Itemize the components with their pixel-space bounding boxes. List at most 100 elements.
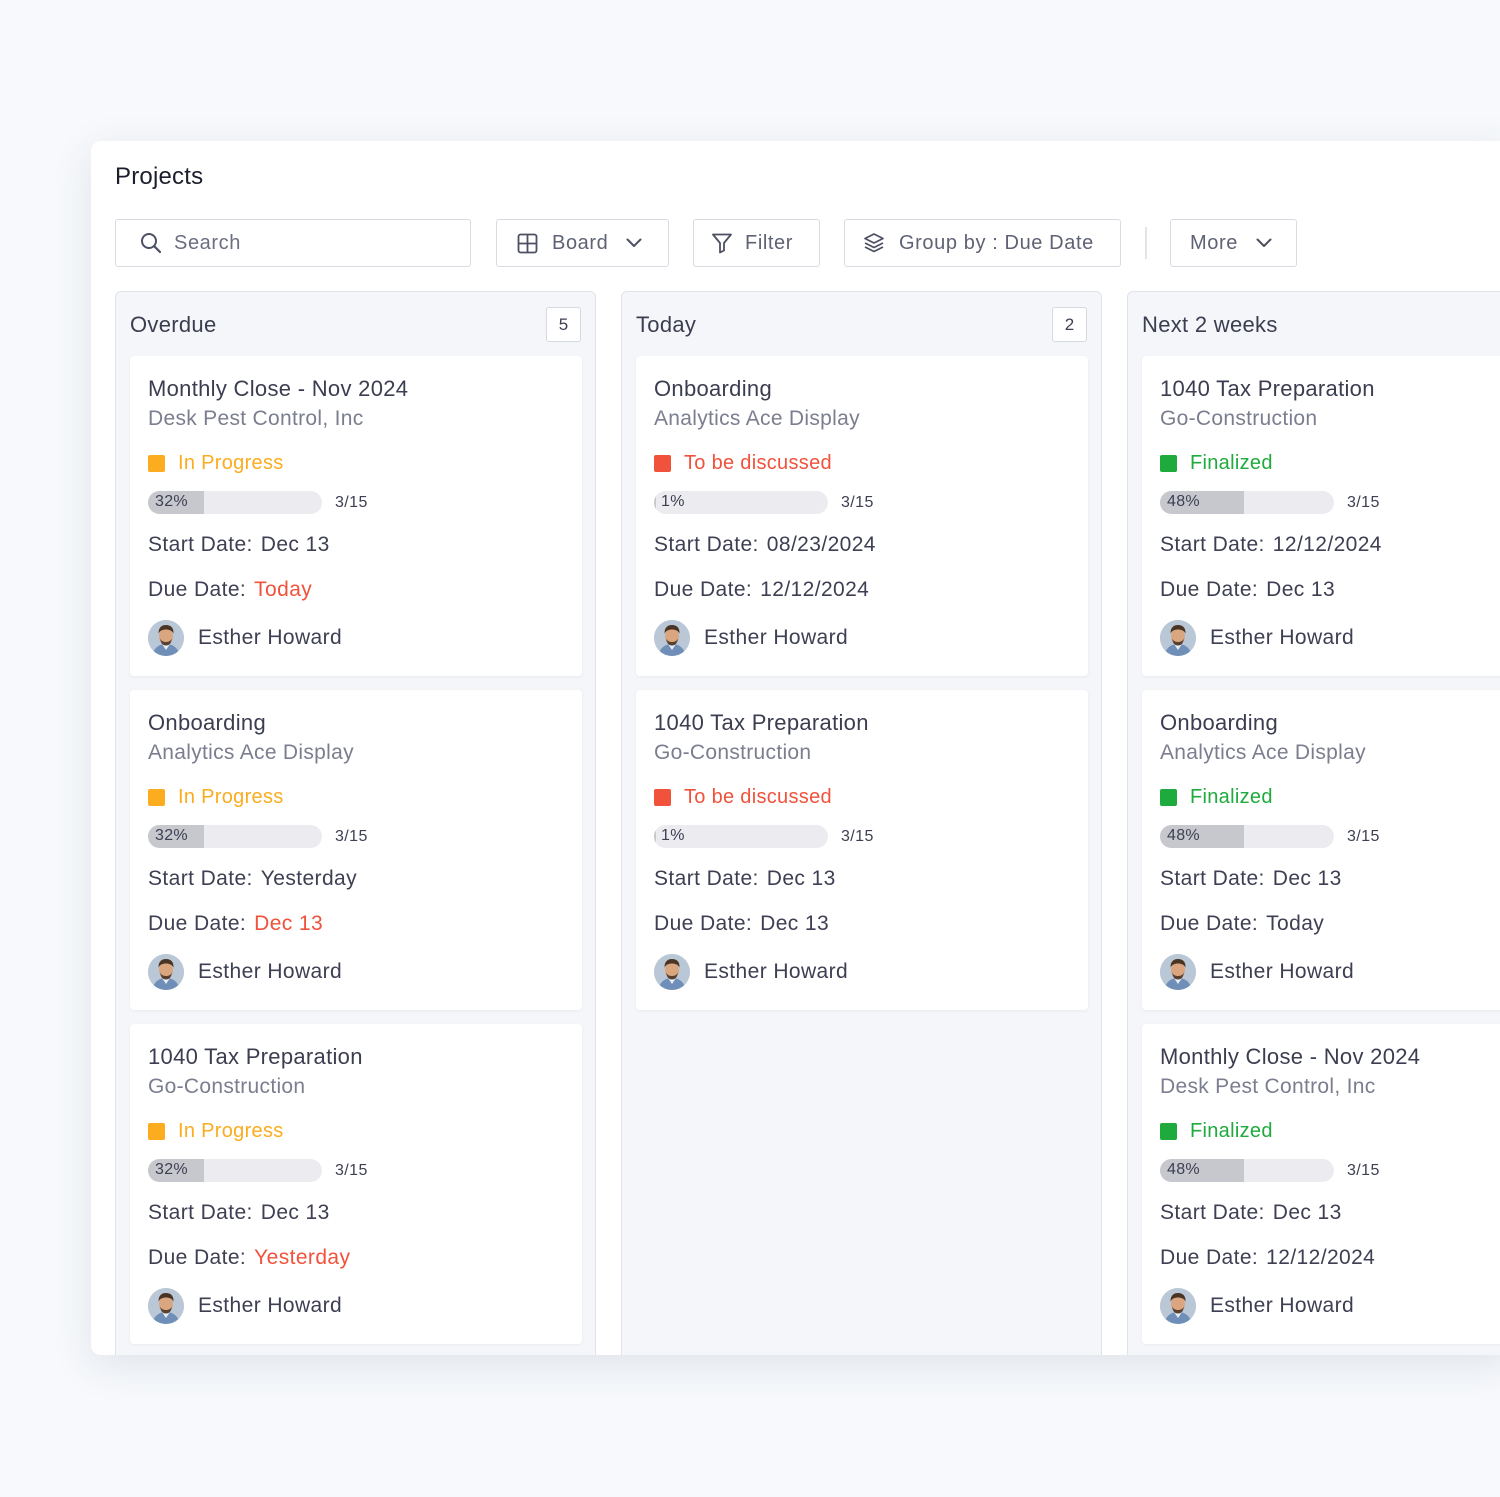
- progress-percent: 48%: [1167, 827, 1200, 844]
- task-count: 3/15: [841, 493, 874, 511]
- projects-window: Projects Search Board Filter Group by: …: [91, 141, 1500, 1355]
- project-name[interactable]: Monthly Close - Nov 2024: [148, 376, 408, 402]
- status-color-square: [1160, 454, 1177, 472]
- start-date: Start Date: Dec 13: [654, 867, 836, 891]
- progress-row: 1% 3/15: [654, 491, 884, 514]
- project-name[interactable]: Monthly Close - Nov 2024: [1160, 1044, 1420, 1070]
- avatar: [1160, 620, 1196, 656]
- progress-bar: 48%: [1160, 491, 1334, 514]
- start-date-value: Dec 13: [766, 867, 836, 890]
- progress-percent: 32%: [155, 827, 188, 844]
- board-column-next-2-weeks: Next 2 weeks 1040 Tax Preparation Go-Const…: [1127, 291, 1500, 1355]
- due-date-value: Dec 13: [1266, 578, 1336, 601]
- avatar: [1160, 954, 1196, 990]
- client-name: Analytics Ace Display: [1160, 741, 1366, 764]
- due-date-value: Dec 13: [760, 912, 830, 935]
- avatar: [148, 620, 184, 656]
- project-name[interactable]: Onboarding: [1160, 710, 1278, 736]
- progress-row: 48% 3/15: [1160, 1159, 1390, 1182]
- due-date: Due Date: Yesterday: [148, 1246, 350, 1270]
- project-card[interactable]: Onboarding Analytics Ace Display In Progre…: [130, 690, 582, 1010]
- project-name[interactable]: Onboarding: [654, 376, 772, 402]
- status-badge: In Progress: [148, 786, 284, 808]
- due-date-value: Today: [1266, 912, 1325, 935]
- status-color-square: [654, 788, 671, 806]
- progress-bar: 1%: [654, 825, 828, 848]
- due-date-value: Yesterday: [254, 1246, 351, 1269]
- layers-icon: [864, 233, 884, 253]
- assignee-name: Esther Howard: [704, 960, 849, 983]
- project-card[interactable]: 1040 Tax Preparation Go-Construction In Pr…: [130, 1024, 582, 1344]
- filter-button[interactable]: Filter: [693, 219, 820, 267]
- status-badge: To be discussed: [654, 786, 832, 808]
- start-date: Start Date: 12/12/2024: [1160, 533, 1382, 557]
- start-date-value: 12/12/2024: [1272, 533, 1382, 556]
- start-date-value: Dec 13: [1272, 867, 1342, 890]
- column-title: Next 2 weeks: [1142, 312, 1278, 337]
- page-title: Projects: [115, 163, 204, 190]
- assignee-name: Esther Howard: [1210, 960, 1355, 983]
- toolbar: Search Board Filter Group by: Due Date …: [115, 219, 1500, 267]
- project-card[interactable]: Onboarding Analytics Ace Display Finalized…: [1142, 690, 1500, 1010]
- progress-row: 32% 3/15: [148, 825, 378, 848]
- group-by-label: Group by : Due Date: [899, 231, 1094, 254]
- project-card[interactable]: Monthly Close - Nov 2024 Desk Pest Contro…: [1142, 1024, 1500, 1344]
- start-date-label: Start Date:: [148, 867, 253, 890]
- assignee[interactable]: Esther Howard: [1160, 954, 1354, 990]
- status-label: In Progress: [178, 1119, 284, 1142]
- start-date-label: Start Date:: [654, 867, 759, 890]
- project-name[interactable]: 1040 Tax Preparation: [148, 1044, 363, 1070]
- start-date-label: Start Date:: [1160, 1201, 1265, 1224]
- project-name[interactable]: 1040 Tax Preparation: [1160, 376, 1375, 402]
- board-column-overdue: Overdue 5 Monthly Close - Nov 2024 Desk Pes…: [115, 291, 596, 1355]
- status-badge: Finalized: [1160, 452, 1273, 474]
- assignee[interactable]: Esther Howard: [654, 620, 848, 656]
- project-card[interactable]: 1040 Tax Preparation Go-Construction Final…: [1142, 356, 1500, 676]
- project-card[interactable]: Onboarding Analytics Ace Display To be dis…: [636, 356, 1088, 676]
- assignee[interactable]: Esther Howard: [148, 1288, 342, 1324]
- progress-bar: 32%: [148, 1159, 322, 1182]
- progress-percent: 48%: [1167, 1161, 1200, 1178]
- client-name: Desk Pest Control, Inc: [148, 407, 364, 430]
- due-date-label: Due Date:: [148, 912, 247, 935]
- progress-bar-fill: [654, 825, 656, 848]
- start-date-value: Dec 13: [260, 1201, 330, 1224]
- status-badge: To be discussed: [654, 452, 832, 474]
- column-title: Overdue: [130, 312, 217, 337]
- assignee[interactable]: Esther Howard: [148, 620, 342, 656]
- board-grid-icon: [517, 233, 538, 253]
- assignee-name: Esther Howard: [198, 960, 343, 983]
- group-by-dropdown[interactable]: Group by : Due Date: [844, 219, 1121, 267]
- assignee[interactable]: Esther Howard: [1160, 620, 1354, 656]
- more-dropdown[interactable]: More: [1170, 219, 1297, 267]
- progress-percent: 1%: [661, 493, 685, 510]
- start-date-label: Start Date:: [1160, 533, 1265, 556]
- project-card[interactable]: 1040 Tax Preparation Go-Construction To be…: [636, 690, 1088, 1010]
- progress-row: 32% 3/15: [148, 491, 378, 514]
- chevron-down-icon: [626, 238, 642, 247]
- status-color-square: [148, 1122, 165, 1140]
- due-date-value: Today: [254, 578, 313, 601]
- assignee[interactable]: Esther Howard: [1160, 1288, 1354, 1324]
- assignee[interactable]: Esther Howard: [148, 954, 342, 990]
- project-name[interactable]: Onboarding: [148, 710, 266, 736]
- status-color-square: [654, 454, 671, 472]
- start-date-label: Start Date:: [654, 533, 759, 556]
- search-input[interactable]: Search: [115, 219, 471, 267]
- due-date: Due Date: Today: [148, 578, 312, 602]
- avatar: [654, 620, 690, 656]
- board-view-dropdown[interactable]: Board: [496, 219, 669, 267]
- due-date-label: Due Date:: [1160, 912, 1259, 935]
- status-badge: Finalized: [1160, 1120, 1273, 1142]
- search-placeholder: Search: [174, 231, 241, 254]
- project-card[interactable]: Monthly Close - Nov 2024 Desk Pest Contro…: [130, 356, 582, 676]
- project-name[interactable]: 1040 Tax Preparation: [654, 710, 869, 736]
- due-date-value: 12/12/2024: [1266, 1246, 1376, 1269]
- start-date: Start Date: Dec 13: [1160, 1201, 1342, 1225]
- start-date-label: Start Date:: [148, 1201, 253, 1224]
- avatar: [148, 954, 184, 990]
- assignee[interactable]: Esther Howard: [654, 954, 848, 990]
- due-date-label: Due Date:: [148, 578, 247, 601]
- assignee-name: Esther Howard: [198, 626, 343, 649]
- due-date: Due Date: Dec 13: [1160, 578, 1335, 602]
